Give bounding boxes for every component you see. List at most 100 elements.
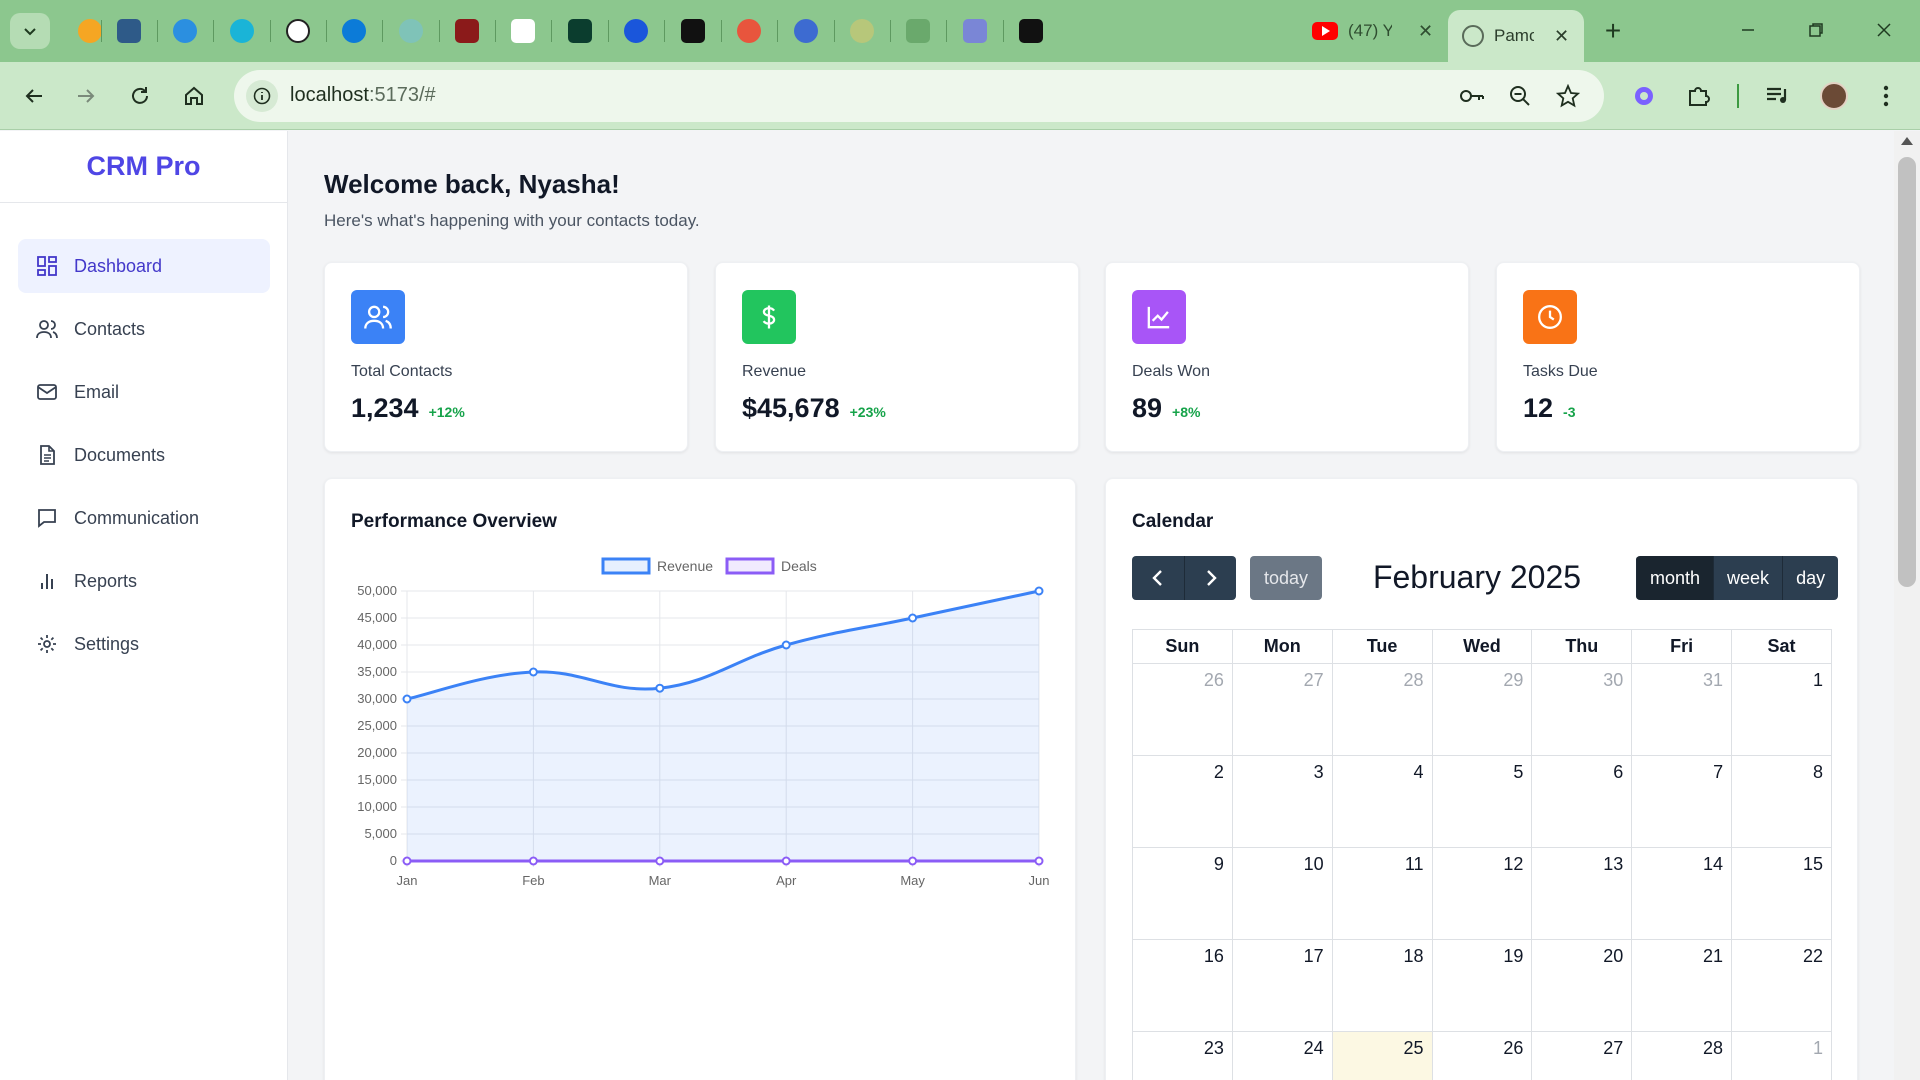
calendar-day[interactable]: 22 — [1731, 939, 1832, 1032]
calendar-day[interactable]: 20 — [1531, 939, 1633, 1032]
calendar-day[interactable]: 1 — [1731, 1031, 1832, 1080]
sidebar-item-documents[interactable]: Documents — [18, 428, 270, 482]
calendar-day[interactable]: 13 — [1531, 847, 1633, 940]
pinned-tab[interactable] — [958, 14, 992, 48]
calendar-day[interactable]: 19 — [1431, 939, 1533, 1032]
tab-separator — [270, 20, 271, 42]
calendar-day[interactable]: 30 — [1531, 663, 1633, 756]
calendar-day[interactable]: 27 — [1531, 1031, 1633, 1080]
pinned-tab[interactable] — [506, 14, 540, 48]
home-button[interactable] — [174, 76, 214, 116]
pinned-tab[interactable] — [394, 14, 428, 48]
bookmark-button[interactable] — [1554, 82, 1582, 110]
minimize-button[interactable] — [1726, 12, 1770, 48]
tab-active[interactable]: Pamoja CRM ✕ — [1448, 10, 1584, 62]
calendar-day[interactable]: 23 — [1132, 1031, 1233, 1080]
calendar-day[interactable]: 2 — [1132, 755, 1233, 848]
calendar-day[interactable]: 26 — [1132, 663, 1233, 756]
calendar-day[interactable]: 15 — [1731, 847, 1832, 940]
stat-value-row: $45,678 +23% — [742, 393, 886, 424]
sidebar-item-communication[interactable]: Communication — [18, 491, 270, 545]
forward-button[interactable] — [66, 76, 106, 116]
pinned-tab[interactable] — [1014, 14, 1048, 48]
calendar-day[interactable]: 1 — [1731, 663, 1832, 756]
pinned-tab[interactable] — [901, 14, 935, 48]
calendar-day[interactable]: 6 — [1531, 755, 1633, 848]
restore-button[interactable] — [1794, 12, 1838, 48]
reload-icon — [132, 87, 148, 104]
address-bar[interactable]: localhost:5173/# — [234, 70, 1604, 122]
view-month-button[interactable]: month — [1636, 556, 1714, 600]
calendar-day-today[interactable]: 25 — [1331, 1031, 1433, 1080]
back-button[interactable] — [14, 76, 54, 116]
calendar-day[interactable]: 3 — [1231, 755, 1333, 848]
crest-icon — [455, 19, 479, 43]
calendar-day[interactable]: 18 — [1331, 939, 1433, 1032]
pinned-tab[interactable] — [563, 14, 597, 48]
password-key-button[interactable] — [1458, 82, 1486, 110]
calendar-day[interactable]: 27 — [1231, 663, 1333, 756]
extension-button[interactable] — [1628, 80, 1660, 112]
close-window-button[interactable] — [1862, 12, 1906, 48]
sidebar-item-reports[interactable]: Reports — [18, 554, 270, 608]
calendar-panel: Calendar today February 2025 month week … — [1105, 478, 1858, 1080]
browser-menu-button[interactable] — [1870, 80, 1902, 112]
calendar-day[interactable]: 9 — [1132, 847, 1233, 940]
calendar-day[interactable]: 31 — [1631, 663, 1733, 756]
scrollbar-thumb[interactable] — [1898, 157, 1916, 587]
calendar-day[interactable]: 28 — [1331, 663, 1433, 756]
pinned-tab[interactable] — [337, 14, 371, 48]
calendar-day[interactable]: 16 — [1132, 939, 1233, 1032]
profile-button[interactable] — [1818, 80, 1850, 112]
pinned-tab[interactable] — [676, 14, 710, 48]
calendar-day[interactable]: 4 — [1331, 755, 1433, 848]
calendar-day[interactable]: 29 — [1431, 663, 1533, 756]
legend-label: Deals — [781, 558, 817, 574]
sidebar-item-dashboard[interactable]: Dashboard — [18, 239, 270, 293]
brand-logo[interactable]: CRM Pro — [0, 131, 287, 203]
globe-icon — [1462, 25, 1484, 47]
calendar-day[interactable]: 8 — [1731, 755, 1832, 848]
sidebar-item-email[interactable]: Email — [18, 365, 270, 419]
calendar-day[interactable]: 10 — [1231, 847, 1333, 940]
sidebar-item-settings[interactable]: Settings — [18, 617, 270, 671]
view-week-button[interactable]: week — [1713, 556, 1783, 600]
xero-icon — [230, 19, 254, 43]
pinned-tab[interactable] — [225, 14, 259, 48]
pinned-tab[interactable] — [281, 14, 315, 48]
openai-icon — [286, 19, 310, 43]
new-tab-button[interactable]: + — [1596, 14, 1630, 48]
calendar-day[interactable]: 11 — [1331, 847, 1433, 940]
url-text[interactable]: localhost:5173/# — [290, 84, 436, 107]
extensions-menu-button[interactable] — [1682, 80, 1714, 112]
close-tab-icon[interactable]: ✕ — [1418, 21, 1433, 42]
scroll-up-arrow-icon[interactable] — [1901, 137, 1913, 145]
calendar-day[interactable]: 7 — [1631, 755, 1733, 848]
calendar-day[interactable]: 14 — [1631, 847, 1733, 940]
pinned-tab[interactable] — [845, 14, 879, 48]
pinned-tab[interactable] — [112, 14, 146, 48]
pinned-tab[interactable] — [789, 14, 823, 48]
close-tab-icon[interactable]: ✕ — [1554, 26, 1569, 47]
media-controls-button[interactable] — [1762, 80, 1794, 112]
calendar-day[interactable]: 21 — [1631, 939, 1733, 1032]
pinned-tab[interactable] — [732, 14, 766, 48]
tab-youtube[interactable]: (47) YouTube ✕ — [1300, 10, 1450, 52]
reload-button[interactable] — [120, 76, 160, 116]
calendar-day[interactable]: 28 — [1631, 1031, 1733, 1080]
calendar-day[interactable]: 5 — [1431, 755, 1533, 848]
tab-search-button[interactable] — [10, 13, 50, 49]
pinned-tab[interactable] — [450, 14, 484, 48]
view-day-button[interactable]: day — [1782, 556, 1839, 600]
calendar-day[interactable]: 26 — [1431, 1031, 1533, 1080]
site-info-button[interactable] — [246, 80, 278, 112]
pinned-tab[interactable] — [619, 14, 653, 48]
zoom-button[interactable] — [1506, 82, 1534, 110]
sidebar-item-contacts[interactable]: Contacts — [18, 302, 270, 356]
page-scrollbar[interactable] — [1894, 131, 1920, 1080]
calendar-day[interactable]: 12 — [1431, 847, 1533, 940]
pinned-tab[interactable] — [168, 14, 202, 48]
calendar-day[interactable]: 24 — [1231, 1031, 1333, 1080]
stat-label: Revenue — [742, 363, 807, 380]
calendar-day[interactable]: 17 — [1231, 939, 1333, 1032]
